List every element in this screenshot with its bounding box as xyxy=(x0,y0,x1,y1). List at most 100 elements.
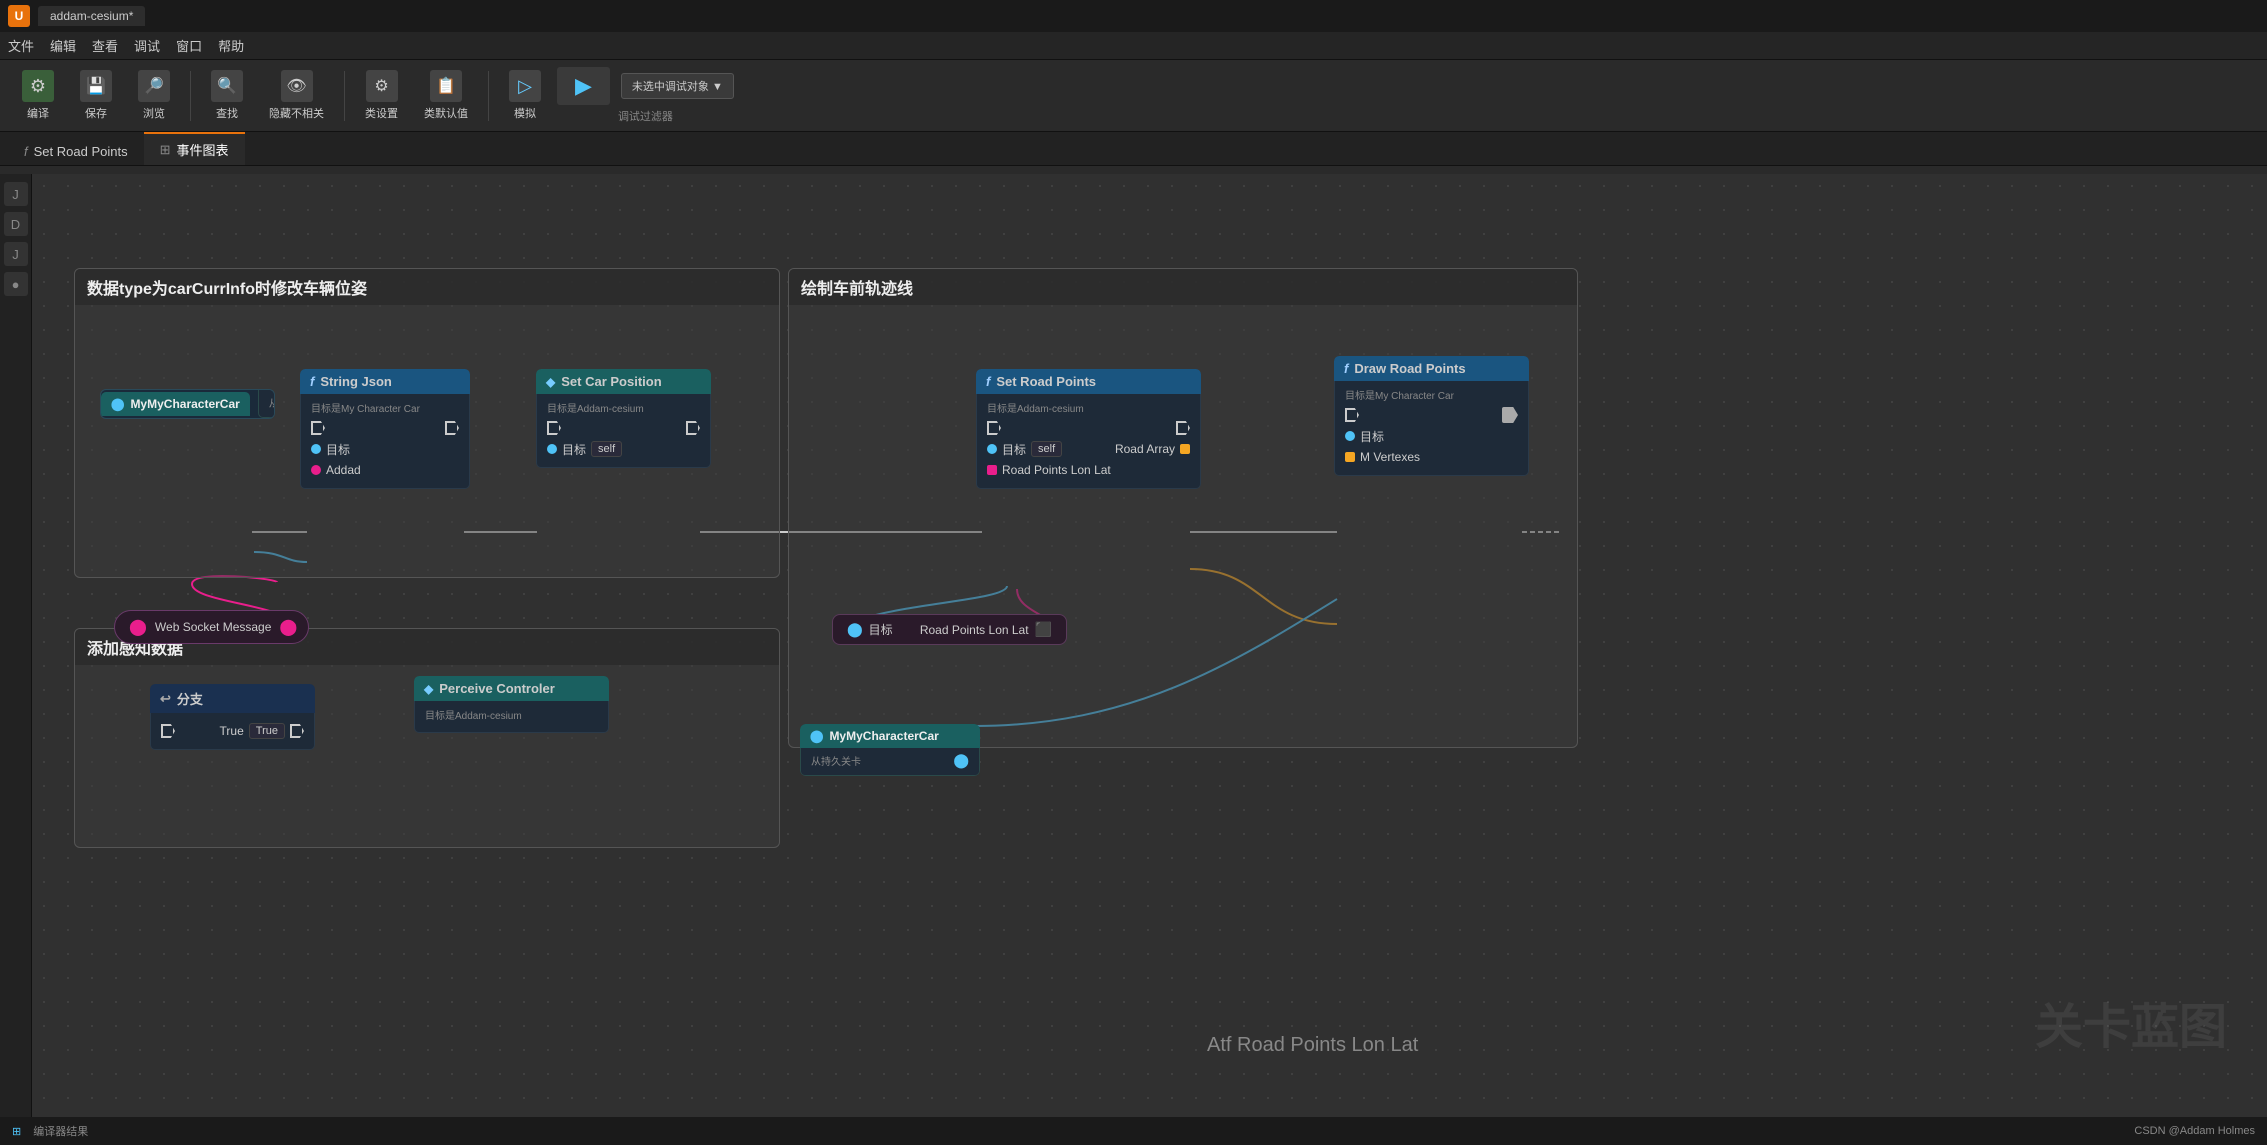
panel-btn-3[interactable]: J xyxy=(4,242,28,266)
comment-box-2: 绘制车前轨迹线 xyxy=(788,268,1578,748)
find-label: 查找 xyxy=(216,105,238,121)
find-icon: 🔍 xyxy=(211,70,243,102)
atf-label: Atf Road Points Lon Lat xyxy=(1207,1034,1418,1057)
class-settings-label: 类设置 xyxy=(365,105,398,121)
class-defaults-icon: 📋 xyxy=(430,70,462,102)
status-label: 编译器结果 xyxy=(33,1123,88,1139)
run-button[interactable]: ▶ xyxy=(557,67,610,105)
node-perceive-controler[interactable]: ◆ Perceive Controler 目标是Addam-cesium xyxy=(414,676,609,733)
exec-in xyxy=(161,724,175,738)
exec-out xyxy=(686,421,700,435)
simulate-icon: ▷ xyxy=(509,70,541,102)
exec-out xyxy=(290,724,304,738)
menu-bar: 文件 编辑 查看 调试 窗口 帮助 xyxy=(0,32,2267,60)
class-defaults-button[interactable]: 📋 类默认值 xyxy=(414,66,478,125)
node-branch[interactable]: ↩ 分支 True True xyxy=(150,684,315,750)
websocket-label: Web Socket Message xyxy=(155,620,272,634)
node-stringjson-sub: 目标是My Character Car xyxy=(311,400,459,415)
save-button[interactable]: 💾 保存 xyxy=(70,66,122,125)
menu-file[interactable]: 文件 xyxy=(8,36,34,55)
debug-dropdown[interactable]: 未选中调试对象 ▼ xyxy=(621,73,734,99)
left-panel: J D J ● xyxy=(0,174,32,1117)
node-perceive-title: Perceive Controler xyxy=(439,681,555,696)
watermark: 关卡蓝图 xyxy=(2035,987,2227,1057)
node-setcarpos-sub: 目标是Addam-cesium xyxy=(547,400,700,415)
node-set-road-points[interactable]: f Set Road Points 目标是Addam-cesium 目标 xyxy=(976,369,1201,489)
class-settings-icon: ⚙ xyxy=(366,70,398,102)
debug-filter-label: 调试过滤器 xyxy=(618,108,673,124)
node-branch-title: 分支 xyxy=(177,689,203,708)
node-setroadpoints-title: Set Road Points xyxy=(996,374,1096,389)
node-stringjson-title: String Json xyxy=(320,374,392,389)
simulate-button[interactable]: ▷ 模拟 xyxy=(499,66,551,125)
node-drawroadpoints-title: Draw Road Points xyxy=(1354,361,1465,376)
class-defaults-label: 类默认值 xyxy=(424,105,468,121)
exec-out xyxy=(1502,407,1518,423)
menu-debug[interactable]: 调试 xyxy=(134,36,160,55)
exec-in xyxy=(547,421,561,435)
find-button[interactable]: 🔍 查找 xyxy=(201,66,253,125)
road-array-label: Road Array xyxy=(1115,442,1175,456)
title-bar: U addam-cesium* xyxy=(0,0,2267,32)
road-points-lonlat-label: Road Points Lon Lat xyxy=(920,623,1029,637)
hide-icon: 👁 xyxy=(281,70,313,102)
compile-label: 编译 xyxy=(27,105,49,121)
app-tab[interactable]: addam-cesium* xyxy=(38,6,145,26)
target-pin xyxy=(1345,431,1355,441)
addad-pin xyxy=(311,465,321,475)
target-pin xyxy=(547,444,557,454)
save-label: 保存 xyxy=(85,105,107,121)
simulate-label: 模拟 xyxy=(514,105,536,121)
target-pin xyxy=(311,444,321,454)
road-array-pin xyxy=(1180,444,1190,454)
m-vertexes-pin xyxy=(1345,452,1355,462)
compile-button[interactable]: ⚙ 编译 xyxy=(12,66,64,125)
browse-icon: 🔎 xyxy=(138,70,170,102)
road-points-pin xyxy=(987,465,997,475)
road-points-lonlat-target: 目标 xyxy=(869,621,893,638)
node-draw-road-points[interactable]: f Draw Road Points 目标是My Character Car xyxy=(1334,356,1529,476)
toolbar-sep1 xyxy=(190,71,191,121)
tab-set-road-points[interactable]: f Set Road Points xyxy=(8,137,144,165)
node-setcarpos-title: Set Car Position xyxy=(561,374,661,389)
menu-help[interactable]: 帮助 xyxy=(218,36,244,55)
node-mycharcar1-sub: 从持久关卡 xyxy=(269,395,275,410)
node-string-json[interactable]: f String Json 目标是My Character Car 目标 xyxy=(300,369,470,489)
class-settings-button[interactable]: ⚙ 类设置 xyxy=(355,66,408,125)
comment-title-2: 绘制车前轨迹线 xyxy=(789,269,1577,305)
exec-out xyxy=(1176,421,1190,435)
node-setroadpoints-sub: 目标是Addam-cesium xyxy=(987,400,1190,415)
browse-button[interactable]: 🔎 浏览 xyxy=(128,66,180,125)
node-mycharcar1-title: MyMyCharacterCar xyxy=(130,397,239,411)
exec-pin-in xyxy=(311,421,325,435)
play-group: ▶ 未选中调试对象 ▼ 调试过滤器 xyxy=(557,67,734,124)
tab-bar: f Set Road Points ⊞ 事件图表 xyxy=(0,132,2267,166)
hide-unrelated-button[interactable]: 👁 隐藏不相关 xyxy=(259,66,334,125)
menu-window[interactable]: 窗口 xyxy=(176,36,202,55)
node-mycharcar2[interactable]: ⬤ MyMyCharacterCar 从持久关卡 ⬤ xyxy=(800,724,980,776)
exec-in xyxy=(1345,408,1359,422)
toolbar-sep2 xyxy=(344,71,345,121)
toolbar-sep3 xyxy=(488,71,489,121)
panel-btn-1[interactable]: J xyxy=(4,182,28,206)
menu-edit[interactable]: 编辑 xyxy=(50,36,76,55)
toolbar: ⚙ 编译 💾 保存 🔎 浏览 🔍 查找 👁 隐藏不相关 ⚙ 类设置 📋 类默认值… xyxy=(0,60,2267,132)
app-icon: U xyxy=(8,5,30,27)
status-bar: ⊞ 编译器结果 CSDN @Addam Holmes xyxy=(0,1117,2267,1145)
node-mycharcar2-sub: 从持久关卡 xyxy=(811,753,861,768)
node-set-car-position[interactable]: ◆ Set Car Position 目标是Addam-cesium 目标 xyxy=(536,369,711,468)
menu-view[interactable]: 查看 xyxy=(92,36,118,55)
node-drawroadpoints-sub: 目标是My Character Car xyxy=(1345,387,1518,402)
status-icon: ⊞ xyxy=(12,1125,21,1138)
compile-icon: ⚙ xyxy=(22,70,54,102)
browse-label: 浏览 xyxy=(143,105,165,121)
node-mycharcar2-title: MyMyCharacterCar xyxy=(829,729,938,743)
comment-title-1: 数据type为carCurrInfo时修改车辆位姿 xyxy=(75,269,779,305)
panel-btn-4[interactable]: ● xyxy=(4,272,28,296)
panel-btn-2[interactable]: D xyxy=(4,212,28,236)
target-label: 目标 xyxy=(326,441,350,458)
canvas-area[interactable]: 数据type为carCurrInfo时修改车辆位姿 绘制车前轨迹线 添加感知数据… xyxy=(32,174,2267,1117)
exec-pin-out xyxy=(445,421,459,435)
tab-event-graph[interactable]: ⊞ 事件图表 xyxy=(144,132,245,165)
exec-in xyxy=(987,421,1001,435)
